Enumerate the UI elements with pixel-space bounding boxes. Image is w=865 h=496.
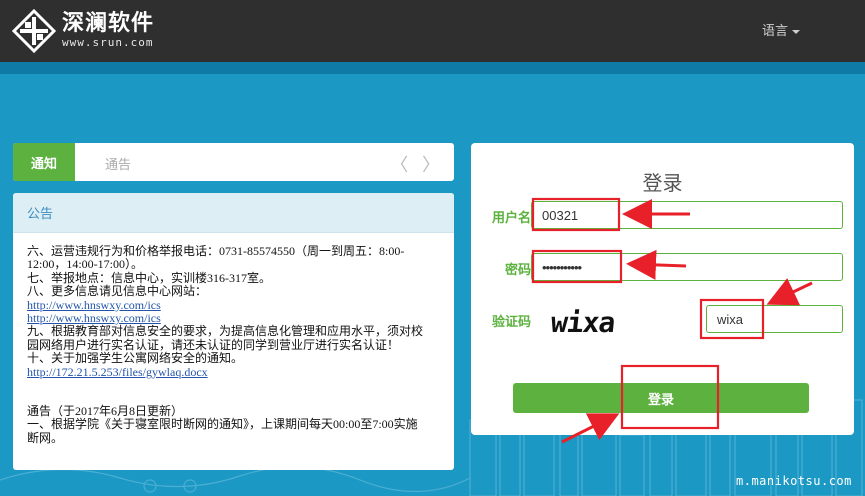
caret-down-icon bbox=[792, 29, 801, 34]
tab-announcement[interactable]: 通告 bbox=[105, 154, 131, 173]
notice-line: 一、根据学院《关于寝室限时断网的通知》，上课期间每天00:00至7:00实施 bbox=[27, 417, 418, 432]
notice-line: 断网。 bbox=[27, 430, 64, 445]
announcement-panel: 公告 六、运营违规行为和价格举报电话：0731-85574550（周一到周五：8… bbox=[13, 193, 454, 470]
username-input[interactable]: 00321 bbox=[531, 201, 843, 229]
login-form: 登录 用户名 00321 密码 ••••••••••• 验证码 wixa wix… bbox=[471, 143, 854, 435]
login-button[interactable]: 登录 bbox=[513, 383, 809, 413]
top-navigation-bar: 深澜软件 www.srun.com 语言 bbox=[0, 0, 865, 62]
notice-line: 九、根据教育部对信息安全的要求，为提高信息化管理和应用水平，须对校 bbox=[27, 324, 424, 339]
notice-line: 八、更多信息请见信息中心网站： bbox=[27, 284, 208, 299]
captcha-label: 验证码 bbox=[491, 315, 531, 330]
language-dropdown[interactable]: 语言 bbox=[762, 20, 801, 39]
announcement-content: 六、运营违规行为和价格举报电话：0731-85574550（周一到周五：8:00… bbox=[13, 233, 454, 445]
notice-line: 六、运营违规行为和价格举报电话：0731-85574550（周一到周五：8:00… bbox=[27, 244, 405, 258]
captcha-input[interactable]: wixa bbox=[706, 305, 843, 333]
tab-notice[interactable]: 通知 bbox=[13, 143, 75, 181]
brand-logo[interactable]: 深澜软件 www.srun.com bbox=[11, 8, 155, 54]
site-watermark: m.manikotsu.com bbox=[736, 474, 852, 488]
info-center-link[interactable]: http://www.hnswxy.com/ics bbox=[27, 311, 161, 325]
password-input[interactable]: ••••••••••• bbox=[531, 253, 843, 281]
notice-line: 十、关于加强学生公寓网络安全的通知。 bbox=[27, 351, 244, 366]
notice-line: 12:00，14:00-17:00）。 bbox=[27, 257, 143, 272]
password-label: 密码 bbox=[504, 263, 531, 278]
notice-tab-bar: 通知 通告 〈 〉 bbox=[13, 143, 454, 181]
security-doc-link[interactable]: http://172.21.5.253/files/gywlaq.docx bbox=[27, 365, 208, 379]
brand-name: 深澜软件 bbox=[62, 11, 155, 36]
brand-url: www.srun.com bbox=[62, 36, 154, 49]
language-label: 语言 bbox=[762, 24, 789, 39]
username-label: 用户名 bbox=[491, 211, 531, 226]
srun-logo-icon bbox=[11, 8, 57, 54]
captcha-image[interactable]: wixa bbox=[549, 306, 616, 339]
login-title: 登录 bbox=[642, 171, 683, 195]
header-shadow-band bbox=[0, 62, 865, 74]
carousel-arrows-icon[interactable]: 〈 〉 bbox=[390, 151, 444, 177]
info-center-link[interactable]: http://www.hnswxy.com/ics bbox=[27, 298, 161, 312]
panel-title: 公告 bbox=[13, 193, 454, 233]
